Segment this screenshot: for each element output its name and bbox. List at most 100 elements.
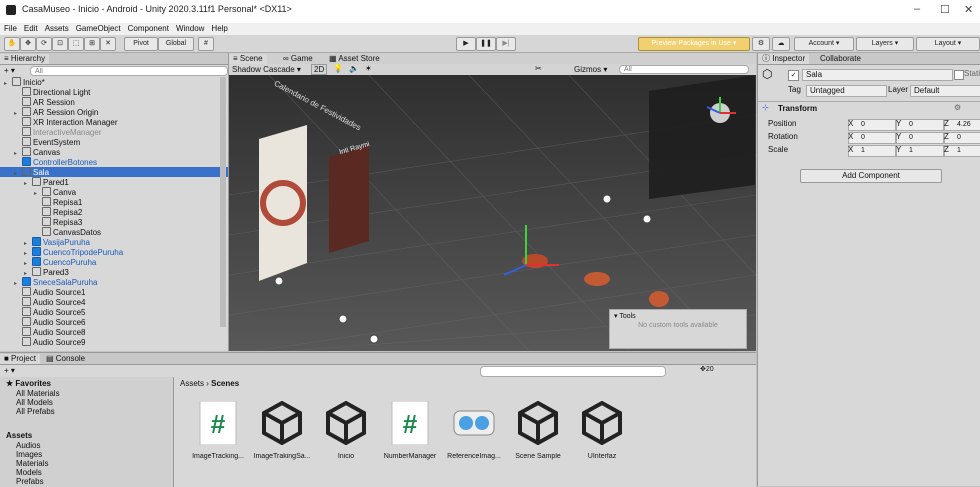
tag-dropdown[interactable]: Untagged [806,85,887,97]
hierarchy-row[interactable]: Directional Light [0,87,228,97]
hierarchy-row[interactable]: ▸ CuencoTripodePuruha [0,247,228,257]
tab-game[interactable]: ∞ Game [279,54,317,64]
hierarchy-row[interactable]: ▸ Canvas [0,147,228,157]
hierarchy-row[interactable]: Audio Source1 [0,287,228,297]
step-button[interactable]: ▶| [496,37,516,51]
position-x-field[interactable]: 0 [848,119,896,131]
object-name-field[interactable]: Sala [802,69,953,81]
active-checkbox[interactable]: ✓ [788,70,799,81]
tab-collaborate[interactable]: Collaborate [816,54,865,64]
hierarchy-row[interactable]: Audio Source4 [0,297,228,307]
2d-toggle[interactable]: 2D [311,64,328,75]
menu-help[interactable]: Help [211,24,227,33]
rotation-y-field[interactable]: 0 [896,132,944,144]
audio-toggle-icon[interactable]: 🔈 [349,64,359,73]
transform-header[interactable]: ⊹ Transform ⚙ [758,101,980,114]
minimize-button[interactable]: – [914,3,920,15]
menu-window[interactable]: Window [176,24,204,33]
rect-tool-icon[interactable]: ⬚ [68,37,84,51]
cloud-icon[interactable]: ☁ [772,37,790,51]
tab-console[interactable]: ▤ Console [42,354,89,364]
transform-tool-icon[interactable]: ⊞ [84,37,100,51]
hierarchy-row[interactable]: ▸ Canva [0,187,228,197]
hierarchy-row[interactable]: ▸ AR Session Origin [0,107,228,117]
hierarchy-row[interactable]: Audio Source6 [0,317,228,327]
hierarchy-row[interactable]: Audio Source8 [0,327,228,337]
close-button[interactable]: ✕ [964,3,973,16]
hierarchy-row[interactable]: Audio Source5 [0,307,228,317]
scale-x-field[interactable]: 1 [848,145,896,157]
asset-item[interactable]: Inicio [316,400,376,460]
shading-mode-dropdown[interactable]: Shadow Cascade ▾ [232,65,301,74]
position-y-field[interactable]: 0 [896,119,944,131]
hierarchy-row[interactable]: ▸ VasijaPuruha [0,237,228,247]
play-button[interactable]: ▶ [456,37,476,51]
asset-item[interactable]: ReferenceImag... [444,401,504,460]
scene-search-input[interactable] [619,65,749,74]
hand-tool-icon[interactable]: ✋ [4,37,20,51]
hierarchy-row[interactable]: ControllerBotones [0,157,228,167]
asset-item[interactable]: Scene Sample [508,400,568,460]
hierarchy-row[interactable]: ▸ SneceSalaPuruha [0,277,228,287]
custom-tool-icon[interactable]: ✕ [100,37,116,51]
gizmos-dropdown[interactable]: Gizmos ▾ [574,65,607,74]
folder-images[interactable]: Images [16,450,42,459]
folder-audios[interactable]: Audios [16,441,40,450]
rotation-x-field[interactable]: 0 [848,132,896,144]
collab-icon[interactable]: ⚙ [752,37,770,51]
folder-prefabs[interactable]: Prefabs [16,477,44,486]
menu-assets[interactable]: Assets [45,24,69,33]
hierarchy-row[interactable]: ▸ Sala [0,167,228,177]
hierarchy-row[interactable]: AR Session [0,97,228,107]
hierarchy-row[interactable]: Repisa2 [0,207,228,217]
scale-y-field[interactable]: 1 [896,145,944,157]
position-z-field[interactable]: 4.26 [944,119,980,131]
preview-packages-badge[interactable]: Preview Packages in Use ▾ [638,37,750,51]
hierarchy-row[interactable]: EventSystem [0,137,228,147]
hierarchy-row[interactable]: ▸ Pared1 [0,177,228,187]
hierarchy-row[interactable]: InteractiveManager [0,127,228,137]
menu-component[interactable]: Component [128,24,169,33]
menu-edit[interactable]: Edit [24,24,38,33]
layers-dropdown[interactable]: Layers ▾ [856,37,914,51]
scale-z-field[interactable]: 1 [944,145,980,157]
tab-inspector[interactable]: ⓘ Inspector [758,54,810,64]
layer-dropdown[interactable]: Default [910,85,980,97]
fav-all-models[interactable]: All Models [16,398,53,407]
rotate-tool-icon[interactable]: ⟳ [36,37,52,51]
fav-all-materials[interactable]: All Materials [16,389,60,398]
hierarchy-row[interactable]: XR Interaction Manager [0,117,228,127]
move-tool-icon[interactable]: ✥ [20,37,36,51]
favorites-header[interactable]: ★ Favorites [6,379,51,388]
static-checkbox[interactable] [954,70,964,80]
scale-tool-icon[interactable]: ⊡ [52,37,68,51]
tab-hierarchy[interactable]: ≡ Hierarchy [0,54,50,64]
hierarchy-row[interactable]: Audio Source9 [0,337,228,347]
maximize-button[interactable]: ☐ [940,3,950,16]
menu-gameobject[interactable]: GameObject [76,24,121,33]
hierarchy-row[interactable]: CanvasDatos [0,227,228,237]
tab-scene[interactable]: ≡ Scene [229,54,267,64]
tab-project[interactable]: ■ Project [0,354,40,364]
layout-dropdown[interactable]: Layout ▾ [916,37,980,51]
effects-toggle-icon[interactable]: ✶ [365,64,372,73]
component-settings-icon[interactable]: ⚙ [954,103,961,112]
menu-file[interactable]: File [4,24,17,33]
hierarchy-row[interactable]: ▸ Pared3 [0,267,228,277]
tools-icon[interactable]: ✂ [535,64,542,73]
global-toggle[interactable]: Global [158,37,194,51]
pivot-toggle[interactable]: Pivot [124,37,158,51]
hierarchy-row[interactable]: Repisa3 [0,217,228,227]
asset-item[interactable]: # ImageTracking... [188,400,248,460]
rotation-z-field[interactable]: 0 [944,132,980,144]
hierarchy-row[interactable]: ▸ CuencoPuruha [0,257,228,267]
scene-viewport[interactable]: Calendario de Festividades Inti Raymi ▾ … [229,74,756,351]
asset-item[interactable]: ImageTrakingSa... [252,400,312,460]
tab-asset-store[interactable]: ▦ Asset Store [325,54,384,64]
add-component-button[interactable]: Add Component [800,169,942,183]
fav-all-prefabs[interactable]: All Prefabs [16,407,55,416]
asset-item[interactable]: # NumberManager [380,400,440,460]
hierarchy-add-button[interactable]: + ▾ [4,66,15,75]
lighting-toggle-icon[interactable]: 💡 [333,64,343,73]
grid-snap-icon[interactable]: # [198,37,214,51]
